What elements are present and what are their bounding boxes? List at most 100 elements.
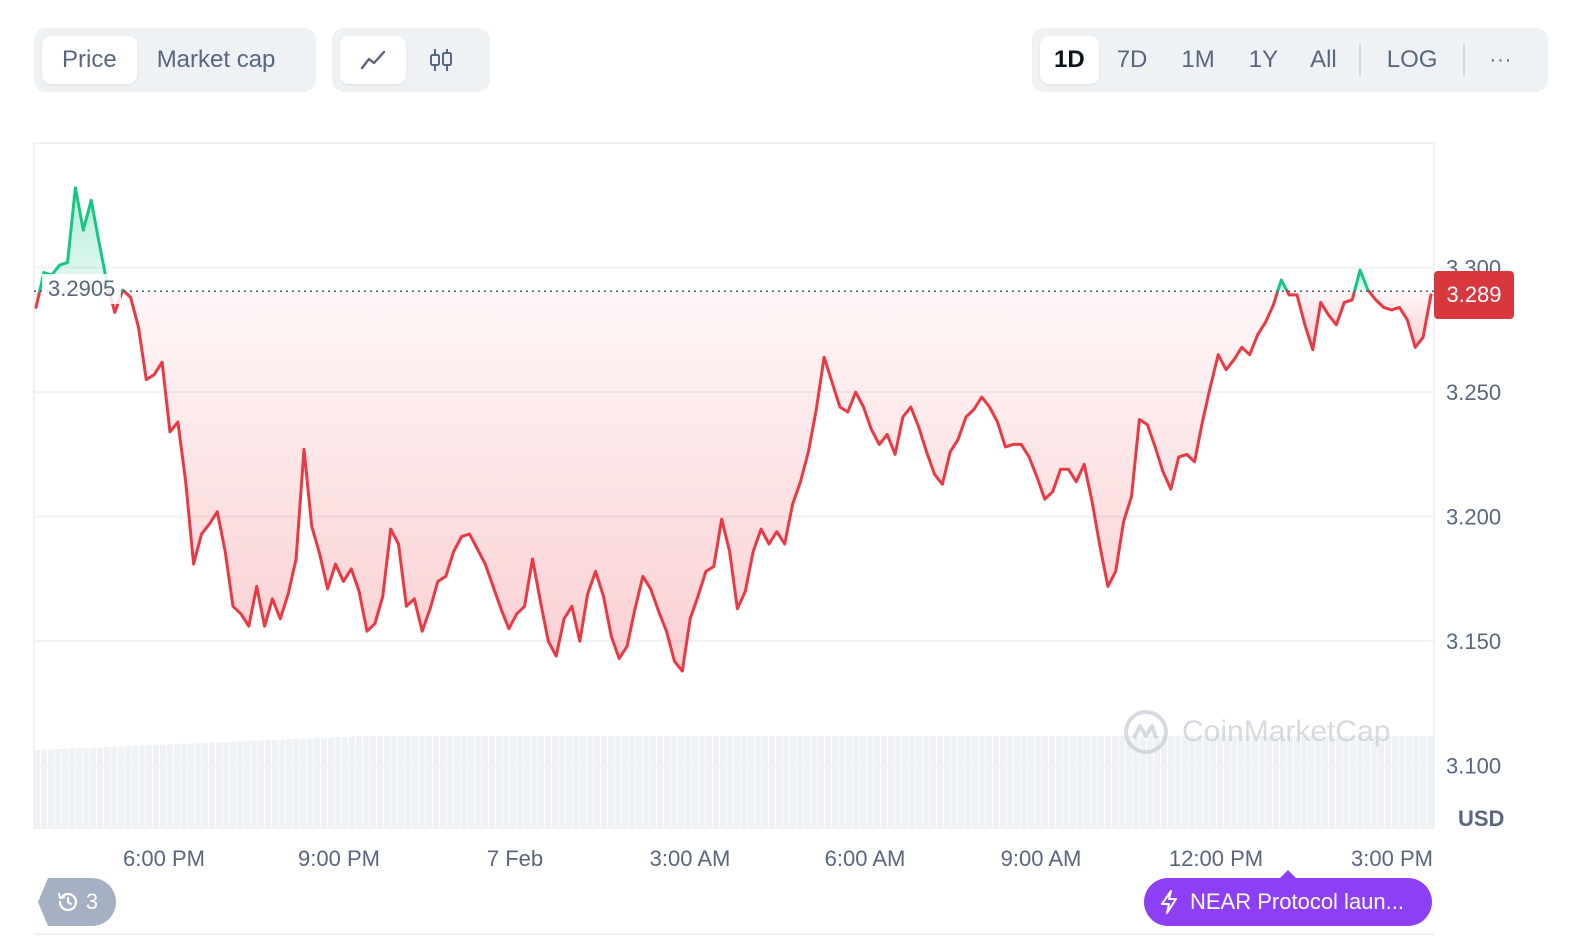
volume-bar (657, 736, 663, 828)
volume-bar (244, 741, 250, 828)
volume-bar (356, 736, 362, 828)
chart-bottom-divider (34, 933, 1434, 935)
volume-bar (125, 746, 131, 828)
volume-bar (405, 736, 411, 828)
volume-bar (1406, 736, 1412, 828)
volume-bar (153, 744, 159, 828)
volume-bar (447, 736, 453, 828)
y-tick-label: 3.100 (1446, 754, 1501, 779)
volume-bar (76, 748, 82, 828)
x-tick-label: 3:00 PM (1351, 846, 1433, 871)
volume-bar (699, 736, 705, 828)
volume-bar (860, 736, 866, 828)
volume-bar (552, 736, 558, 828)
x-tick-label: 9:00 AM (1001, 846, 1082, 871)
volume-bar (482, 736, 488, 828)
volume-bar (230, 741, 236, 828)
volume-bar (300, 738, 306, 828)
volume-bar (587, 736, 593, 828)
volume-bar (888, 736, 894, 828)
volume-bar (671, 736, 677, 828)
volume-bar (1063, 736, 1069, 828)
volume-bar (769, 736, 775, 828)
volume-bar (902, 736, 908, 828)
x-tick-label: 9:00 PM (298, 846, 380, 871)
volume-bar (1007, 736, 1013, 828)
volume-bar (181, 743, 187, 828)
history-clock-icon (57, 892, 77, 912)
volume-bar (741, 736, 747, 828)
volume-bar (601, 736, 607, 828)
volume-bar (321, 737, 327, 828)
volume-bar (1056, 736, 1062, 828)
volume-bar (398, 736, 404, 828)
volume-bar (1049, 736, 1055, 828)
volume-bar (83, 747, 89, 828)
volume-bar (1392, 736, 1398, 828)
volume-bar (1021, 736, 1027, 828)
volume-bar (139, 745, 145, 828)
x-tick-label: 6:00 AM (825, 846, 906, 871)
volume-bar (895, 736, 901, 828)
volume-bar (972, 736, 978, 828)
volume-bar (1427, 736, 1433, 828)
volume-bar (209, 742, 215, 828)
volume-bar (797, 736, 803, 828)
volume-bar (678, 736, 684, 828)
volume-bar (790, 736, 796, 828)
volume-bar (853, 736, 859, 828)
volume-bar (202, 742, 208, 828)
volume-bar (685, 736, 691, 828)
volume-bar (188, 743, 194, 828)
volume-bar (41, 749, 47, 828)
volume-bar (174, 744, 180, 828)
volume-bar (496, 736, 502, 828)
volume-bar (825, 736, 831, 828)
x-tick-label: 6:00 PM (123, 846, 205, 871)
y-tick-label: 3.200 (1446, 505, 1501, 530)
volume-bar (328, 737, 334, 828)
volume-bar (258, 740, 264, 828)
volume-bar (468, 736, 474, 828)
volume-bar (594, 736, 600, 828)
watermark-text: CoinMarketCap (1182, 715, 1391, 748)
volume-bar (384, 736, 390, 828)
volume-bar (363, 736, 369, 828)
volume-bar (909, 736, 915, 828)
volume-bar (545, 736, 551, 828)
volume-bar (776, 736, 782, 828)
volume-bar (720, 736, 726, 828)
volume-bar (461, 736, 467, 828)
volume-bar (433, 736, 439, 828)
volume-bar (818, 736, 824, 828)
volume-bar (104, 747, 110, 828)
volume-bar (692, 736, 698, 828)
volume-bar (979, 736, 985, 828)
volume-bar (573, 736, 579, 828)
volume-bar (377, 736, 383, 828)
volume-bar (1112, 736, 1118, 828)
volume-bar (146, 745, 152, 828)
volume-bar (510, 736, 516, 828)
volume-bar (454, 736, 460, 828)
volume-bar (1077, 736, 1083, 828)
event-pill[interactable]: NEAR Protocol laun... (1144, 870, 1432, 926)
x-tick-label: 7 Feb (487, 846, 543, 871)
volume-bar (706, 736, 712, 828)
volume-bar (1070, 736, 1076, 828)
volume-bar (783, 736, 789, 828)
volume-bar (111, 746, 117, 828)
volume-bar (755, 736, 761, 828)
volume-bar (937, 736, 943, 828)
volume-bar (69, 748, 75, 828)
volume-bar (307, 738, 313, 828)
price-chart[interactable]: 3.3003.2503.2003.1503.100 6:00 PM 9:00 PM… (0, 0, 1570, 938)
volume-bar (867, 736, 873, 828)
volume-bar (1084, 736, 1090, 828)
volume-bar (419, 736, 425, 828)
history-badge[interactable]: 3 (38, 878, 116, 926)
volume-bar (62, 748, 68, 828)
volume-bar (811, 736, 817, 828)
volume-bar (335, 737, 341, 828)
volume-bar (664, 736, 670, 828)
